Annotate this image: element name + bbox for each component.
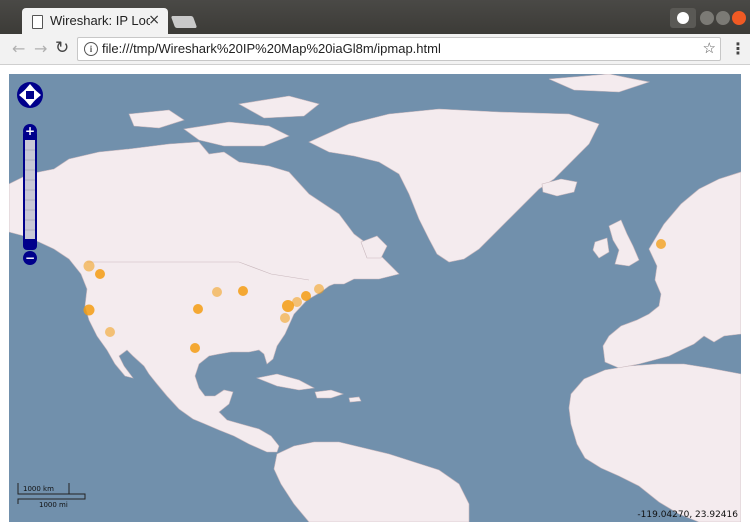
arctic-island-4: [548, 74, 651, 93]
ireland-land: [592, 237, 610, 259]
ip-marker[interactable]: [656, 239, 666, 249]
map-canvas[interactable]: + − 1000 km 1000 mi: [9, 74, 741, 522]
profile-button[interactable]: [670, 8, 696, 28]
browser-tab[interactable]: Wireshark: IP Locati ×: [22, 8, 168, 35]
tab-close-button[interactable]: ×: [148, 12, 160, 28]
ip-marker[interactable]: [193, 304, 203, 314]
scale-mi-label: 1000 mi: [39, 501, 68, 509]
maximize-button[interactable]: [716, 11, 730, 25]
zoom-control[interactable]: + −: [23, 124, 37, 265]
ip-marker[interactable]: [95, 269, 105, 279]
ip-marker[interactable]: [301, 291, 311, 301]
browser-titlebar: Wireshark: IP Locati ×: [0, 0, 750, 35]
browser-menu-button[interactable]: ⋮: [730, 39, 746, 58]
mouse-position: -119.04270, 23.92416: [637, 510, 738, 520]
north-america-land: [9, 141, 400, 453]
ip-marker[interactable]: [190, 343, 200, 353]
ip-marker[interactable]: [83, 304, 95, 316]
africa-land: [568, 363, 741, 522]
bookmark-star-icon[interactable]: ☆: [703, 39, 716, 57]
page-content: + − 1000 km 1000 mi -119.04270, 23.92416: [0, 65, 750, 522]
browser-toolbar: ← → ↻ i file:///tmp/Wireshark%20IP%20Map…: [0, 34, 750, 65]
scale-km-label: 1000 km: [23, 485, 54, 493]
url-text[interactable]: file:///tmp/Wireshark%20IP%20Map%20iaGl8…: [102, 41, 441, 56]
ip-marker[interactable]: [83, 260, 95, 272]
zoom-out-button[interactable]: −: [23, 251, 37, 265]
arctic-island-3: [128, 109, 185, 129]
ip-marker[interactable]: [292, 297, 302, 307]
tab-title: Wireshark: IP Locati: [50, 13, 150, 28]
ip-marker[interactable]: [314, 284, 324, 294]
ip-marker[interactable]: [105, 327, 115, 337]
zoom-out-label: −: [25, 251, 35, 265]
new-tab-button[interactable]: [170, 16, 198, 28]
minimize-button[interactable]: [700, 11, 714, 25]
hispaniola-land: [314, 389, 344, 399]
close-window-button[interactable]: [732, 11, 746, 25]
document-icon: [32, 15, 43, 29]
arctic-island-2: [238, 95, 320, 119]
ip-map[interactable]: + − 1000 km 1000 mi -119.04270, 23.92416: [9, 74, 741, 522]
reload-button[interactable]: ↻: [55, 38, 69, 58]
cuba-land: [255, 373, 315, 391]
ip-marker[interactable]: [280, 313, 290, 323]
europe-land: [602, 171, 741, 369]
arctic-island-1: [183, 121, 290, 147]
ip-marker[interactable]: [238, 286, 248, 296]
puerto-rico-land: [348, 396, 362, 403]
profile-icon: [677, 12, 689, 24]
pan-control[interactable]: [17, 82, 43, 108]
address-bar[interactable]: i file:///tmp/Wireshark%20IP%20Map%20iaG…: [77, 37, 721, 61]
back-button[interactable]: ←: [12, 39, 25, 58]
great-britain-land: [608, 219, 640, 267]
zoom-slider-handle[interactable]: [23, 239, 37, 245]
scale-line: 1000 km 1000 mi: [17, 483, 86, 509]
zoom-in-button[interactable]: +: [23, 124, 37, 138]
land-masses: [9, 74, 741, 522]
forward-button[interactable]: →: [34, 39, 47, 58]
info-icon[interactable]: i: [84, 42, 98, 56]
south-america-land: [273, 441, 470, 522]
ip-marker[interactable]: [212, 287, 222, 297]
zoom-in-label: +: [25, 124, 35, 138]
